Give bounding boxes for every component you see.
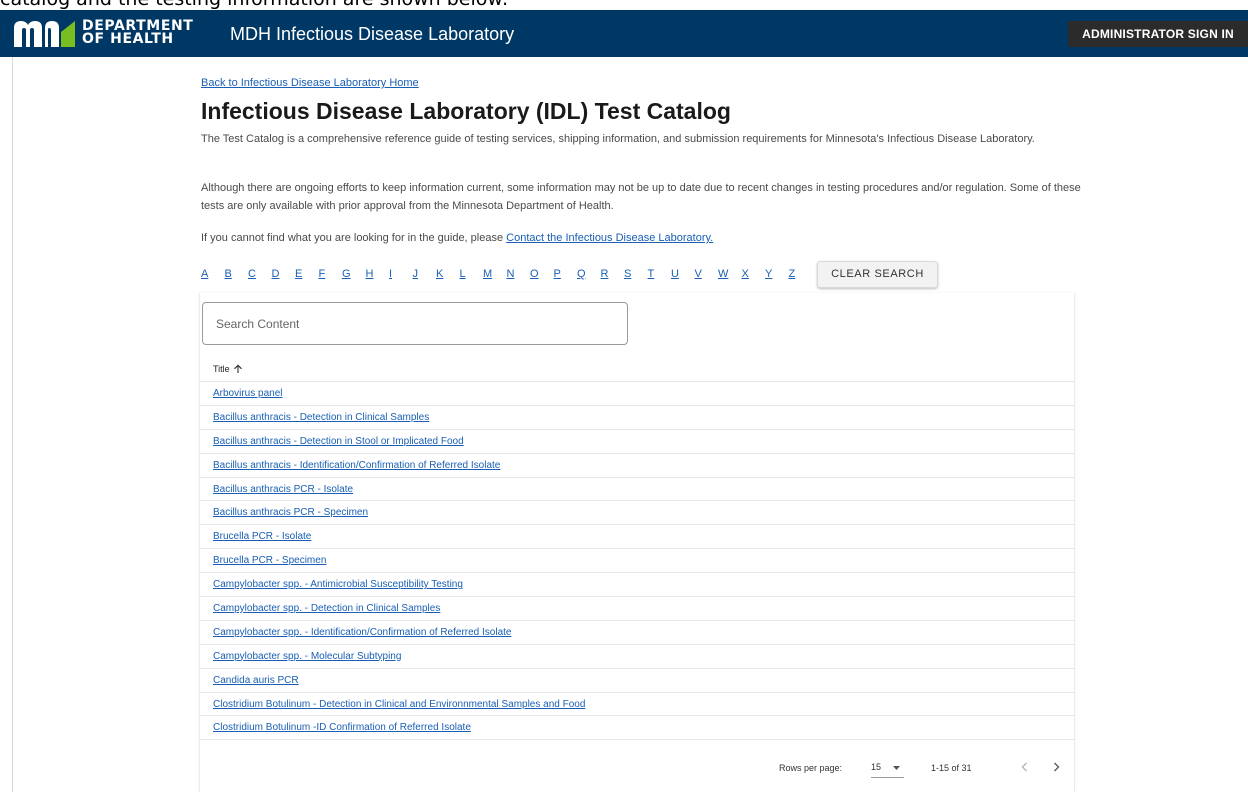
page-caption: catalog and the testing information are … — [0, 0, 1248, 10]
table-row: Arbovirus panel — [200, 382, 1074, 406]
alpha-link-b[interactable]: B — [225, 268, 249, 280]
table-row: Bacillus anthracis - Identification/Conf… — [200, 454, 1074, 478]
test-link[interactable]: Brucella PCR - Specimen — [213, 555, 326, 566]
alpha-link-e[interactable]: E — [295, 268, 319, 280]
rows-per-page-value: 15 — [871, 762, 882, 772]
mn-logo-icon — [14, 21, 75, 47]
title-column-label: Title — [213, 364, 230, 374]
test-link[interactable]: Candida auris PCR — [213, 675, 299, 686]
site-header: DEPARTMENT OF HEALTH MDH Infectious Dise… — [0, 10, 1248, 57]
chevron-left-icon[interactable] — [1018, 760, 1032, 774]
alpha-link-u[interactable]: U — [671, 268, 695, 280]
test-link[interactable]: Clostridium Botulinum -ID Confirmation o… — [213, 722, 471, 733]
table-pagination: Rows per page: 15 1-15 of 31 — [200, 755, 1074, 781]
table-row: Bacillus anthracis - Detection in Stool … — [200, 430, 1074, 454]
alpha-link-q[interactable]: Q — [577, 268, 601, 280]
alpha-link-m[interactable]: M — [483, 268, 507, 280]
rows-per-page-select[interactable]: 15 — [871, 759, 904, 778]
rows-per-page-label: Rows per page: — [779, 763, 843, 773]
alpha-link-h[interactable]: H — [366, 268, 390, 280]
alpha-link-y[interactable]: Y — [765, 268, 789, 280]
clear-search-button[interactable]: CLEAR SEARCH — [817, 260, 938, 288]
alpha-link-p[interactable]: P — [554, 268, 578, 280]
table-row: Clostridium Botulinum - Detection in Cli… — [200, 693, 1074, 717]
table-row: Candida auris PCR — [200, 669, 1074, 693]
alpha-link-o[interactable]: O — [530, 268, 554, 280]
chevron-right-icon[interactable] — [1049, 760, 1063, 774]
table-row: Brucella PCR - Specimen — [200, 549, 1074, 574]
alpha-link-s[interactable]: S — [624, 268, 648, 280]
test-link[interactable]: Bacillus anthracis - Identification/Conf… — [213, 460, 500, 471]
test-link[interactable]: Clostridium Botulinum - Detection in Cli… — [213, 699, 585, 710]
alpha-link-j[interactable]: J — [413, 268, 437, 280]
table-row: Brucella PCR - Isolate — [200, 525, 1074, 550]
alpha-link-g[interactable]: G — [342, 268, 366, 280]
arrow-up-icon[interactable] — [233, 364, 243, 374]
page-range-text: 1-15 of 31 — [931, 763, 972, 773]
test-link[interactable]: Campylobacter spp. - Detection in Clinic… — [213, 603, 440, 614]
search-field[interactable] — [202, 302, 628, 345]
alpha-link-w[interactable]: W — [718, 268, 742, 280]
test-link[interactable]: Bacillus anthracis - Detection in Stool … — [213, 436, 464, 447]
test-link[interactable]: Bacillus anthracis PCR - Specimen — [213, 507, 368, 518]
page-title: Infectious Disease Laboratory (IDL) Test… — [201, 98, 731, 124]
alpha-link-c[interactable]: C — [248, 268, 272, 280]
alpha-link-z[interactable]: Z — [789, 268, 813, 280]
table-row: Campylobacter spp. - Detection in Clinic… — [200, 597, 1074, 621]
alphabet-filter: A B C D E F G H I J K L M N O P Q R S T … — [201, 260, 938, 288]
intro-paragraph-3: If you cannot find what you are looking … — [201, 229, 1081, 247]
site-title[interactable]: MDH Infectious Disease Laboratory — [230, 23, 514, 45]
alpha-link-x[interactable]: X — [742, 268, 766, 280]
alpha-link-v[interactable]: V — [695, 268, 719, 280]
test-link[interactable]: Campylobacter spp. - Identification/Conf… — [213, 627, 511, 638]
intro-paragraph-1: The Test Catalog is a comprehensive refe… — [201, 133, 1035, 145]
title-column-header[interactable]: Title — [200, 357, 1074, 382]
test-link[interactable]: Campylobacter spp. - Molecular Subtyping — [213, 651, 401, 662]
alpha-link-f[interactable]: F — [319, 268, 343, 280]
alpha-link-a[interactable]: A — [201, 268, 225, 280]
mdh-logo[interactable]: DEPARTMENT OF HEALTH — [12, 16, 193, 50]
table-row: Campylobacter spp. - Molecular Subtyping — [200, 645, 1074, 669]
table-body: Arbovirus panel Bacillus anthracis - Det… — [200, 382, 1074, 741]
alpha-link-k[interactable]: K — [436, 268, 460, 280]
alpha-link-i[interactable]: I — [389, 268, 413, 280]
search-input[interactable] — [214, 315, 618, 332]
table-row: Campylobacter spp. - Identification/Conf… — [200, 621, 1074, 645]
test-link[interactable]: Bacillus anthracis - Detection in Clinic… — [213, 412, 429, 423]
test-link[interactable]: Brucella PCR - Isolate — [213, 531, 311, 542]
test-link[interactable]: Bacillus anthracis PCR - Isolate — [213, 484, 353, 495]
logo-line-2: OF HEALTH — [82, 31, 174, 47]
contact-prefix-text: If you cannot find what you are looking … — [201, 232, 507, 244]
alpha-link-t[interactable]: T — [648, 268, 672, 280]
alpha-link-l[interactable]: L — [460, 268, 484, 280]
administrator-sign-in-button[interactable]: ADMINISTRATOR SIGN IN — [1068, 21, 1248, 47]
table-row: Bacillus anthracis - Detection in Clinic… — [200, 406, 1074, 430]
table-row: Bacillus anthracis PCR - Specimen — [200, 501, 1074, 526]
caret-down-icon — [893, 766, 900, 770]
test-link[interactable]: Arbovirus panel — [213, 388, 282, 399]
alpha-link-r[interactable]: R — [601, 268, 625, 280]
table-row: Bacillus anthracis PCR - Isolate — [200, 478, 1074, 502]
contact-lab-link[interactable]: Contact the Infectious Disease Laborator… — [506, 232, 713, 244]
table-row: Clostridium Botulinum -ID Confirmation o… — [200, 716, 1074, 741]
test-catalog-table: Title Arbovirus panel Bacillus anthracis… — [199, 293, 1075, 792]
back-to-home-link[interactable]: Back to Infectious Disease Laboratory Ho… — [201, 77, 419, 89]
test-link[interactable]: Campylobacter spp. - Antimicrobial Susce… — [213, 579, 463, 590]
intro-paragraph-2: Although there are ongoing efforts to ke… — [201, 182, 1081, 212]
alpha-link-n[interactable]: N — [507, 268, 531, 280]
table-row: Campylobacter spp. - Antimicrobial Susce… — [200, 573, 1074, 598]
left-divider — [12, 57, 13, 792]
alpha-link-d[interactable]: D — [272, 268, 296, 280]
